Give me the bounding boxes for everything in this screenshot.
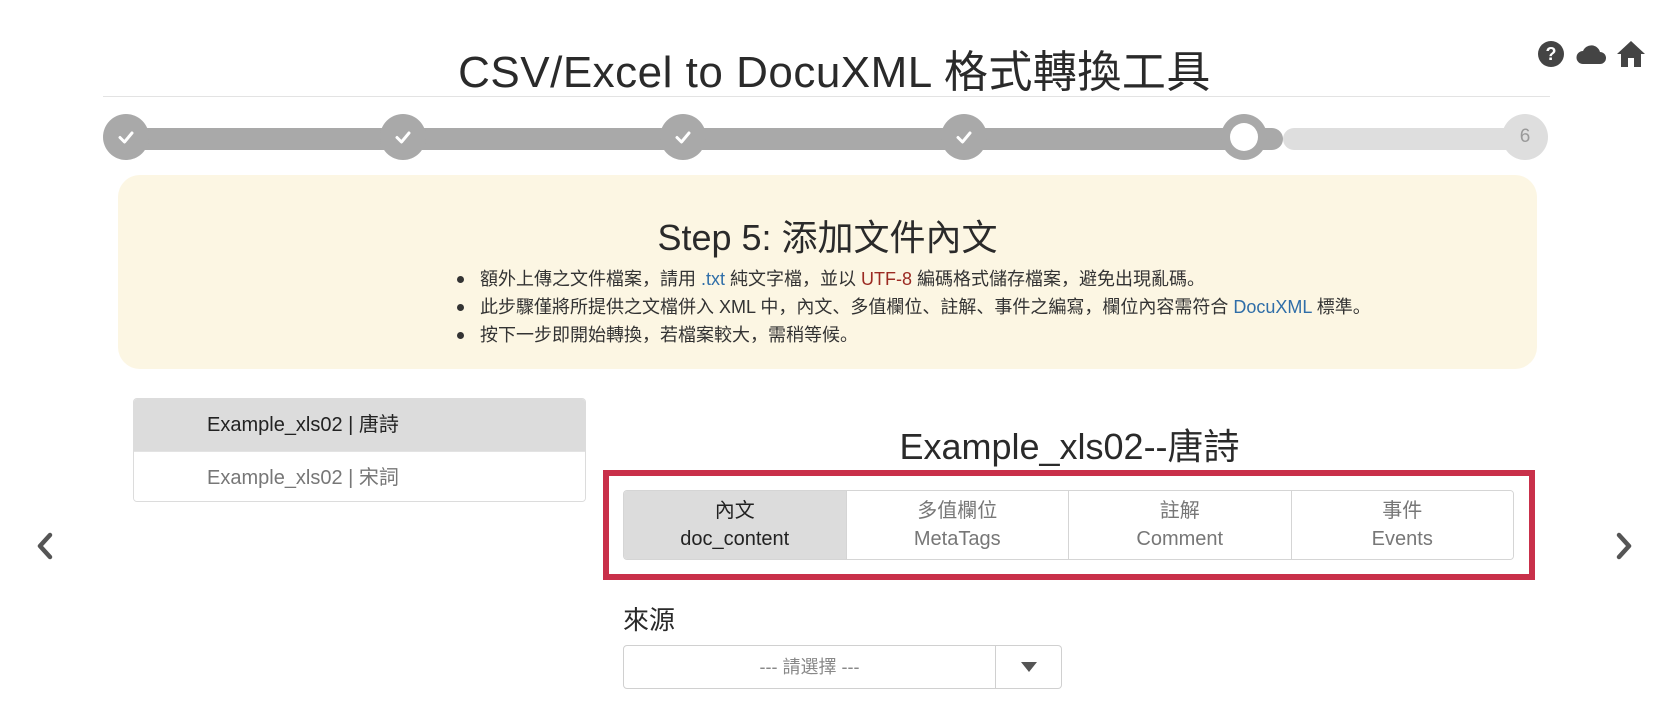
check-icon: [956, 131, 972, 144]
tab-label-en: Events: [1371, 528, 1433, 550]
progress-stepper: 6: [103, 112, 1550, 160]
instruction-text: 此步驟僅將所提供之文檔併入 XML 中，內文、多值欄位、註解、事件之編寫，欄位內…: [480, 297, 1234, 317]
previous-step-button[interactable]: [30, 528, 60, 564]
instruction-item: 此步驟僅將所提供之文檔併入 XML 中，內文、多值欄位、註解、事件之編寫，欄位內…: [457, 293, 1371, 321]
instruction-list: 額外上傳之文件檔案，請用 .txt 純文字檔，並以 UTF-8 編碼格式儲存檔案…: [457, 265, 1371, 349]
step-instructions-panel: Step 5: 添加文件內文 額外上傳之文件檔案，請用 .txt 純文字檔，並以…: [118, 175, 1537, 369]
instruction-text: 純文字檔，並以: [725, 269, 862, 289]
instruction-text: 額外上傳之文件檔案，請用: [480, 269, 701, 289]
step-6[interactable]: 6: [1502, 114, 1548, 160]
instruction-text: 編碼格式儲存檔案，避免出現亂碼。: [912, 269, 1206, 289]
app-root: ? CSV/Excel to DocuXML 格式轉換工具 6 Step 5: …: [0, 0, 1669, 720]
instruction-item: 額外上傳之文件檔案，請用 .txt 純文字檔，並以 UTF-8 編碼格式儲存檔案…: [457, 265, 1371, 293]
docuxml-link[interactable]: DocuXML: [1233, 297, 1311, 317]
tab-label-en: doc_content: [680, 528, 790, 550]
content-tabs: 內文 doc_content 多值欄位 MetaTags 註解 Comment …: [623, 490, 1514, 560]
file-list-item-song[interactable]: Example_xls02 | 宋詞: [134, 451, 585, 501]
check-icon: [395, 131, 411, 144]
source-select[interactable]: --- 請選擇 ---: [623, 645, 996, 689]
tab-label-zh: 註解: [1159, 500, 1200, 522]
instruction-item: 按下一步即開始轉換，若檔案較大，需稍等候。: [457, 321, 1371, 349]
tab-doc-content[interactable]: 內文 doc_content: [624, 491, 846, 559]
title-divider: [103, 96, 1550, 97]
source-label: 來源: [623, 605, 676, 635]
file-list-item-tang[interactable]: Example_xls02 | 唐詩: [134, 399, 585, 451]
caret-down-icon: [1020, 662, 1037, 672]
encoding-label: UTF-8: [861, 269, 913, 289]
step-1[interactable]: [103, 114, 149, 160]
file-list: Example_xls02 | 唐詩 Example_xls02 | 宋詞: [133, 398, 586, 502]
instruction-text: 按下一步即開始轉換，若檔案較大，需稍等候。: [480, 325, 858, 345]
tab-label-en: Comment: [1136, 528, 1224, 550]
step-5-current[interactable]: [1221, 114, 1267, 160]
check-icon: [675, 131, 691, 144]
tab-label-zh: 事件: [1382, 500, 1423, 522]
step-4[interactable]: [941, 114, 987, 160]
document-title: Example_xls02--唐詩: [899, 426, 1240, 467]
stepper-track-remaining: [1283, 128, 1538, 150]
check-icon: [118, 131, 134, 144]
txt-format-label: .txt: [701, 269, 726, 289]
tab-comment[interactable]: 註解 Comment: [1068, 491, 1291, 559]
chevron-right-icon: [1616, 532, 1632, 560]
step-3[interactable]: [660, 114, 706, 160]
tab-label-zh: 內文: [714, 500, 755, 522]
step-2[interactable]: [380, 114, 426, 160]
instruction-text: 標準。: [1311, 297, 1371, 317]
tab-events[interactable]: 事件 Events: [1290, 491, 1513, 559]
current-step-marker: [1230, 123, 1258, 151]
step-6-label: 6: [1519, 126, 1531, 147]
tab-label-en: MetaTags: [913, 528, 1001, 550]
page-title: CSV/Excel to DocuXML 格式轉換工具: [458, 48, 1211, 97]
step-heading: Step 5: 添加文件內文: [657, 217, 998, 258]
source-dropdown-button[interactable]: [996, 645, 1062, 689]
tab-label-zh: 多值欄位: [917, 500, 998, 522]
tab-metatags[interactable]: 多值欄位 MetaTags: [845, 491, 1068, 559]
next-step-button[interactable]: [1609, 528, 1639, 564]
chevron-left-icon: [37, 532, 53, 560]
